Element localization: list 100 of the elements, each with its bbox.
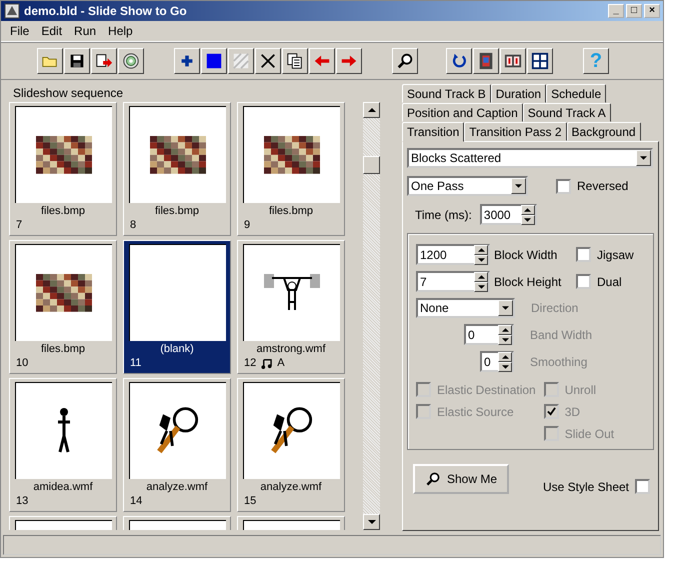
film-icon	[477, 52, 495, 70]
reversed-checkbox[interactable]: Reversed	[556, 178, 628, 194]
slide-tile[interactable]: amstrong.wmf 12 A	[237, 240, 345, 374]
search-button[interactable]	[392, 48, 418, 74]
copy-icon	[286, 52, 304, 70]
export-button[interactable]	[91, 48, 117, 74]
slide-name: analyze.wmf	[260, 481, 322, 493]
mosaic-picture	[150, 136, 206, 174]
block-width-spinner[interactable]: 1200	[416, 244, 490, 265]
menu-item[interactable]: Run	[69, 24, 102, 38]
scroll-up-button[interactable]	[363, 102, 380, 118]
refresh-icon	[450, 52, 468, 70]
slide-number: 10	[16, 357, 28, 369]
slide-name: (blank)	[160, 343, 194, 355]
mosaic-picture	[36, 274, 92, 312]
slide-name: analyze.wmf	[146, 481, 208, 493]
hatch-button[interactable]	[228, 48, 254, 74]
up-triangle-icon	[368, 108, 376, 112]
scroll-down-button[interactable]	[363, 514, 380, 530]
show-me-button[interactable]: Show Me	[413, 464, 509, 494]
tab[interactable]: Position and Caption	[402, 103, 523, 122]
effect-dropdown[interactable]: Blocks Scattered	[407, 148, 653, 168]
menu-item[interactable]: Help	[103, 24, 138, 38]
square-icon	[205, 52, 223, 70]
scroll-thumb[interactable]	[363, 156, 380, 174]
dropdown-arrow-icon	[502, 306, 509, 310]
slide-tile[interactable]: analyze.wmf 15	[237, 378, 345, 512]
folder-button[interactable]	[37, 48, 63, 74]
save-button[interactable]	[64, 48, 90, 74]
square-button[interactable]	[201, 48, 227, 74]
slide-tile[interactable]: files.bmp 10	[9, 240, 117, 374]
dropdown-arrow-icon	[640, 156, 647, 160]
cross-button[interactable]	[255, 48, 281, 74]
disc-icon	[122, 52, 140, 70]
slide-number: 13	[16, 495, 28, 507]
slide-tile[interactable]: amidea.wmf 13	[9, 378, 117, 512]
copy-button[interactable]	[282, 48, 308, 74]
slide-tile[interactable]: files.bmp 9	[237, 102, 345, 236]
time-label: Time (ms):	[415, 208, 472, 222]
vertical-scrollbar[interactable]	[363, 102, 380, 530]
slide-number: 14	[130, 495, 142, 507]
grid-button[interactable]	[527, 48, 553, 74]
dropdown-arrow-icon	[515, 184, 522, 188]
menu-item[interactable]: Edit	[36, 24, 68, 38]
slide-tile[interactable]: files.bmp 8	[123, 102, 231, 236]
slide-number: 8	[130, 219, 136, 231]
left-button[interactable]	[309, 48, 335, 74]
slide-number: 12	[244, 357, 256, 369]
down-triangle-icon	[368, 520, 376, 524]
sound-track-label: A	[277, 357, 285, 369]
dual-checkbox[interactable]: Dual	[576, 274, 622, 289]
tab[interactable]: Duration	[490, 84, 546, 103]
slide-tile[interactable]: analyze.wmf 14	[123, 378, 231, 512]
time-spinner[interactable]: 3000	[480, 204, 537, 225]
x-icon	[259, 52, 277, 70]
slide-tile[interactable]: files.bmp 7	[9, 102, 117, 236]
jigsaw-checkbox[interactable]: Jigsaw	[576, 247, 634, 262]
plus-button[interactable]	[174, 48, 200, 74]
block-height-spinner[interactable]: 7	[416, 271, 490, 292]
window-title: demo.bld - Slide Show to Go	[24, 4, 188, 18]
slide-number: 15	[244, 495, 256, 507]
refresh-button[interactable]	[446, 48, 472, 74]
slide-number: 11	[130, 357, 142, 369]
mosaic-picture	[264, 136, 320, 174]
app-icon	[4, 3, 20, 19]
page-arrow-icon	[95, 52, 113, 70]
slide-number: 7	[16, 219, 22, 231]
tab[interactable]: Background	[566, 122, 641, 141]
slide-name: files.bmp	[268, 205, 314, 217]
smoothing-label: Smoothing	[530, 354, 588, 368]
tab[interactable]: Sound Track B	[402, 84, 491, 103]
slide-name: amidea.wmf	[33, 481, 93, 493]
right-button[interactable]	[336, 48, 362, 74]
close-button[interactable]: ×	[644, 4, 660, 18]
film-frames-icon	[504, 52, 522, 70]
menu-item[interactable]: File	[5, 24, 34, 38]
maximize-button[interactable]: □	[626, 4, 642, 18]
tab[interactable]: Transition	[402, 122, 464, 142]
slide-name: amstrong.wmf	[256, 343, 326, 355]
pass-dropdown[interactable]: One Pass	[407, 176, 528, 196]
block-width-label: Block Width	[494, 248, 558, 262]
tab[interactable]: Schedule	[546, 84, 606, 103]
mosaic-picture	[36, 136, 92, 174]
band-width-label: Band Width	[530, 328, 592, 342]
slide-number: 9	[244, 219, 250, 231]
checkmark-icon	[546, 407, 556, 416]
film-button[interactable]	[473, 48, 499, 74]
search-icon	[424, 471, 441, 487]
minimize-button[interactable]: _	[608, 4, 624, 18]
search-icon	[396, 52, 414, 70]
tab[interactable]: Sound Track A	[522, 103, 611, 122]
tab[interactable]: Transition Pass 2	[464, 122, 567, 141]
style-sheet-checkbox[interactable]: Use Style Sheet	[542, 479, 650, 494]
film2-button[interactable]	[500, 48, 526, 74]
slide-tile[interactable]: (blank) 11	[123, 240, 231, 374]
disc-button[interactable]	[118, 48, 144, 74]
grid-icon	[531, 52, 549, 70]
slide-name: files.bmp	[154, 205, 200, 217]
slide-name: files.bmp	[40, 205, 86, 217]
block-height-label: Block Height	[494, 274, 562, 288]
